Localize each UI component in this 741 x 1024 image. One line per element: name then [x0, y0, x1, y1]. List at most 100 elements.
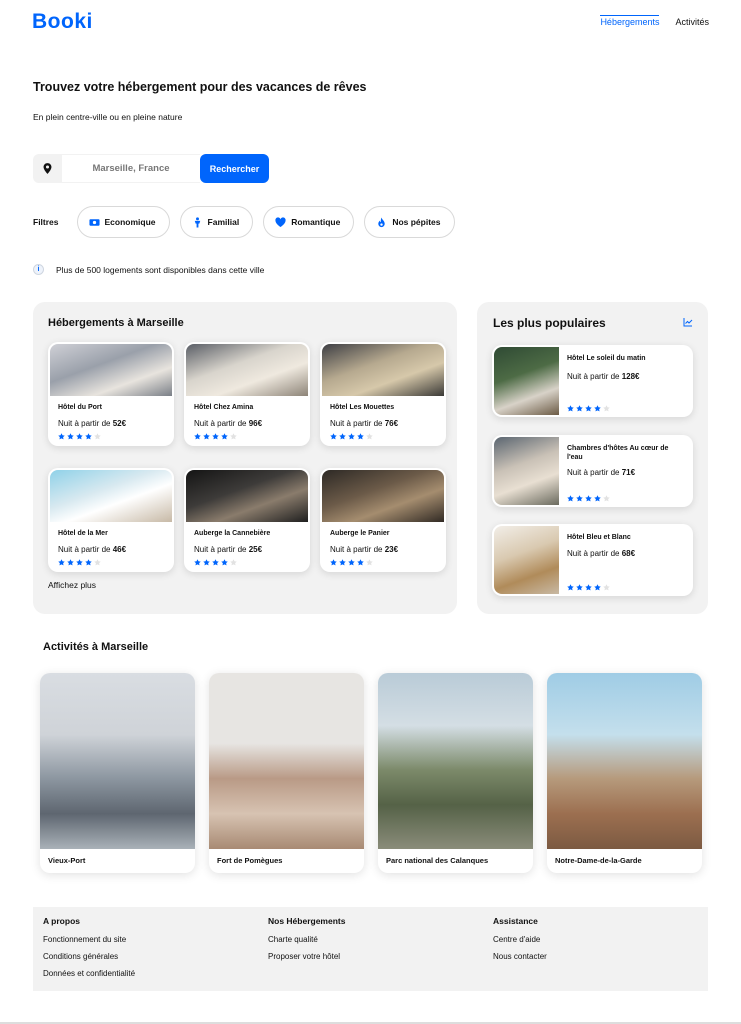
popular-title: Les plus populaires: [493, 316, 606, 330]
hotel-card[interactable]: Auberge la Cannebière Nuit à partir de 2…: [184, 468, 310, 572]
hotel-photo: [186, 344, 308, 396]
star-filled-icon: [576, 405, 583, 412]
nav-activites[interactable]: Activités: [675, 17, 709, 27]
star-filled-icon: [203, 559, 210, 566]
footer: A propos Fonctionnement du site Conditio…: [33, 907, 708, 991]
activity-card[interactable]: Fort de Pomègues: [209, 673, 364, 873]
star-filled-icon: [330, 559, 337, 566]
footer-link[interactable]: Conditions générales: [43, 952, 135, 961]
search-button[interactable]: Rechercher: [200, 154, 269, 183]
star-filled-icon: [194, 433, 201, 440]
star-filled-icon: [58, 433, 65, 440]
star-filled-icon: [585, 495, 592, 502]
hotel-name: Hôtel Chez Amina: [194, 404, 254, 411]
hotel-price: Nuit à partir de 96€: [194, 419, 263, 428]
hotel-name: Auberge le Panier: [330, 530, 390, 537]
star-filled-icon: [221, 559, 228, 566]
filter-nos-pepites[interactable]: Nos pépites: [364, 206, 455, 238]
page-subtitle: En plein centre-ville ou en pleine natur…: [33, 112, 183, 122]
hotel-card[interactable]: Hôtel du Port Nuit à partir de 52€: [48, 342, 174, 446]
star-filled-icon: [594, 584, 601, 591]
rating-stars: [567, 495, 610, 502]
activity-card[interactable]: Notre-Dame-de-la-Garde: [547, 673, 702, 873]
hebergements-title: Hébergements à Marseille: [48, 317, 184, 329]
popular-card[interactable]: Hôtel Le soleil du matin Nuit à partir d…: [492, 345, 693, 417]
star-filled-icon: [76, 433, 83, 440]
hotel-photo: [494, 347, 559, 415]
activity-card[interactable]: Vieux-Port: [40, 673, 195, 873]
footer-heading: A propos: [43, 916, 80, 926]
main-nav: Hébergements Activités: [600, 15, 709, 27]
hotel-price: Nuit à partir de 52€: [58, 419, 127, 428]
star-filled-icon: [203, 433, 210, 440]
rating-stars: [567, 405, 610, 412]
activity-card[interactable]: Parc national des Calanques: [378, 673, 533, 873]
search-input[interactable]: Marseille, France: [62, 154, 200, 183]
star-filled-icon: [594, 405, 601, 412]
star-filled-icon: [194, 559, 201, 566]
star-filled-icon: [576, 495, 583, 502]
hotel-name: Hôtel Les Mouettes: [330, 404, 395, 411]
star-filled-icon: [357, 559, 364, 566]
footer-link[interactable]: Données et confidentialité: [43, 969, 135, 978]
star-filled-icon: [221, 433, 228, 440]
nav-hebergements[interactable]: Hébergements: [600, 15, 660, 27]
popular-card[interactable]: Chambres d'hôtes Au cœur de l'eau Nuit à…: [492, 435, 693, 507]
heart-icon: [275, 216, 286, 227]
filter-label: Economique: [104, 217, 156, 227]
activity-name: Notre-Dame-de-la-Garde: [555, 856, 642, 865]
star-empty-icon: [94, 433, 101, 440]
hotel-name: Hôtel du Port: [58, 404, 102, 411]
filters-label: Filtres: [33, 217, 59, 227]
star-filled-icon: [339, 433, 346, 440]
star-filled-icon: [585, 584, 592, 591]
star-empty-icon: [603, 584, 610, 591]
filter-economique[interactable]: Economique: [76, 206, 170, 238]
star-filled-icon: [585, 405, 592, 412]
filter-familial[interactable]: Familial: [179, 206, 254, 238]
show-more-link[interactable]: Affichez plus: [48, 580, 96, 590]
hotel-card[interactable]: Hôtel Les Mouettes Nuit à partir de 76€: [320, 342, 446, 446]
star-filled-icon: [58, 559, 65, 566]
booki-logo[interactable]: Booki: [32, 10, 93, 34]
hotel-price: Nuit à partir de 46€: [58, 545, 127, 554]
star-filled-icon: [212, 559, 219, 566]
footer-link[interactable]: Nous contacter: [493, 952, 547, 961]
rating-stars: [194, 433, 237, 440]
rating-stars: [58, 433, 101, 440]
star-empty-icon: [94, 559, 101, 566]
hotel-photo: [50, 344, 172, 396]
filters-bar: Filtres Economique Familial Romantique N…: [33, 206, 455, 238]
activity-photo: [547, 673, 702, 849]
star-filled-icon: [67, 433, 74, 440]
rating-stars: [330, 559, 373, 566]
hotel-name: Hôtel Le soleil du matin: [567, 355, 646, 362]
footer-link[interactable]: Centre d'aide: [493, 935, 547, 944]
hotel-card[interactable]: Hôtel Chez Amina Nuit à partir de 96€: [184, 342, 310, 446]
page-title: Trouvez votre hébergement pour des vacan…: [33, 80, 367, 94]
hotel-name: Hôtel Bleu et Blanc: [567, 534, 631, 541]
footer-column-hebergements: Nos Hébergements Charte qualité Proposer…: [268, 916, 345, 969]
star-filled-icon: [357, 433, 364, 440]
hotel-card[interactable]: Hôtel de la Mer Nuit à partir de 46€: [48, 468, 174, 572]
filter-romantique[interactable]: Romantique: [263, 206, 355, 238]
footer-link[interactable]: Fonctionnement du site: [43, 935, 135, 944]
footer-column-assistance: Assistance Centre d'aide Nous contacter: [493, 916, 547, 969]
rating-stars: [567, 584, 610, 591]
activity-name: Parc national des Calanques: [386, 856, 489, 865]
rating-stars: [330, 433, 373, 440]
star-filled-icon: [339, 559, 346, 566]
hotel-photo: [494, 437, 559, 505]
footer-link[interactable]: Proposer votre hôtel: [268, 952, 345, 961]
hotel-photo: [50, 470, 172, 522]
popular-card[interactable]: Hôtel Bleu et Blanc Nuit à partir de 68€: [492, 524, 693, 596]
fire-icon: [378, 216, 386, 227]
filter-label: Romantique: [291, 217, 341, 227]
star-filled-icon: [348, 559, 355, 566]
footer-link[interactable]: Charte qualité: [268, 935, 345, 944]
availability-text: Plus de 500 logements sont disponibles d…: [56, 264, 265, 275]
footer-heading: Assistance: [493, 916, 538, 926]
activity-name: Vieux-Port: [48, 856, 86, 865]
hotel-card[interactable]: Auberge le Panier Nuit à partir de 23€: [320, 468, 446, 572]
popular-section: Les plus populaires Hôtel Le soleil du m…: [477, 302, 708, 614]
